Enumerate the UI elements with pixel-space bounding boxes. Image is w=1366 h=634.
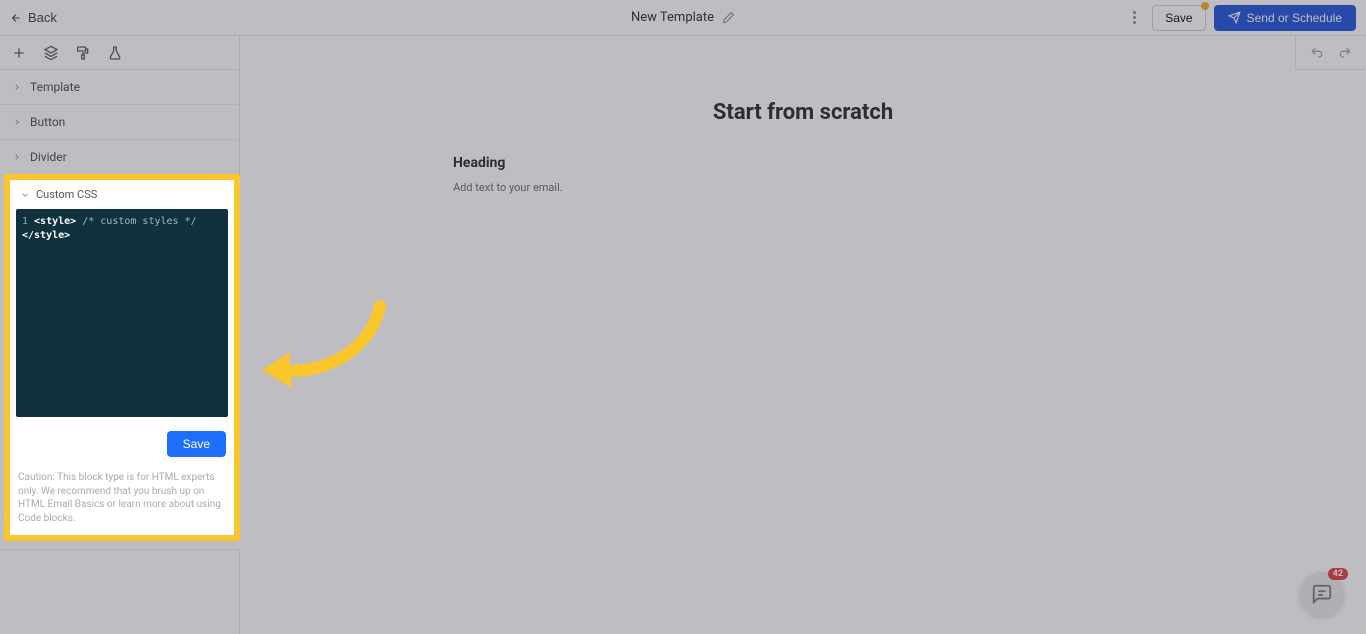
- header-actions: Save Send or Schedule: [1124, 5, 1356, 31]
- sidebar-toolbar: [0, 36, 239, 70]
- chevron-right-icon: [12, 152, 22, 162]
- chevron-right-icon: [12, 117, 22, 127]
- email-heading[interactable]: Heading: [453, 155, 1153, 171]
- panel-divider[interactable]: Divider: [0, 140, 239, 175]
- canvas-gutter-left: [240, 70, 425, 230]
- email-body[interactable]: Start from scratch Heading Add text to y…: [425, 70, 1181, 230]
- chat-icon: [1311, 583, 1333, 605]
- css-caution-text: Caution: This block type is for HTML exp…: [10, 465, 234, 535]
- panel-label: Button: [30, 115, 65, 129]
- chat-widget[interactable]: 42: [1300, 572, 1344, 616]
- send-label: Send or Schedule: [1247, 11, 1342, 25]
- code-open-tag: <style>: [34, 216, 76, 227]
- chevron-down-icon: [20, 190, 30, 200]
- custom-css-header[interactable]: Custom CSS: [10, 180, 234, 209]
- code-comment: /* custom styles */: [82, 216, 196, 227]
- pencil-icon[interactable]: [722, 11, 735, 24]
- panel-template[interactable]: Template: [0, 70, 239, 105]
- custom-css-title: Custom CSS: [36, 188, 97, 201]
- panel-label: Divider: [30, 150, 67, 164]
- panel-button[interactable]: Button: [0, 105, 239, 140]
- arrow-left-icon: [10, 12, 22, 24]
- top-header: Back New Template Save Send or Schedule: [0, 0, 1366, 36]
- code-line-number: 1: [22, 216, 28, 227]
- more-menu-button[interactable]: [1124, 8, 1144, 28]
- back-label: Back: [28, 10, 57, 25]
- save-button[interactable]: Save: [1152, 5, 1205, 31]
- email-body-text[interactable]: Add text to your email.: [453, 181, 1153, 194]
- code-close-tag: </style>: [22, 230, 70, 241]
- send-icon: [1228, 11, 1241, 24]
- canvas-gutter-right: [1181, 70, 1366, 230]
- custom-css-highlight: Custom CSS 1 <style> /* custom styles */ …: [4, 174, 240, 541]
- flask-icon[interactable]: [106, 44, 124, 62]
- chevron-right-icon: [12, 82, 22, 92]
- undo-redo-bar: [1295, 36, 1366, 70]
- header-title-wrap: New Template: [631, 10, 735, 25]
- plus-icon[interactable]: [10, 44, 28, 62]
- email-title: Start from scratch: [453, 100, 1153, 125]
- back-button[interactable]: Back: [10, 10, 57, 25]
- chat-badge: 42: [1328, 568, 1348, 580]
- panel-label: Template: [30, 80, 80, 94]
- layers-icon[interactable]: [42, 44, 60, 62]
- email-canvas[interactable]: Start from scratch Heading Add text to y…: [240, 70, 1366, 634]
- redo-icon[interactable]: [1338, 46, 1352, 60]
- template-title[interactable]: New Template: [631, 10, 714, 25]
- css-code-editor[interactable]: 1 <style> /* custom styles */ </style>: [16, 209, 228, 417]
- paint-roller-icon[interactable]: [74, 44, 92, 62]
- send-schedule-button[interactable]: Send or Schedule: [1214, 5, 1356, 31]
- undo-icon[interactable]: [1310, 46, 1324, 60]
- css-save-button[interactable]: Save: [167, 431, 226, 457]
- canvas-wrap: Start from scratch Heading Add text to y…: [240, 36, 1366, 634]
